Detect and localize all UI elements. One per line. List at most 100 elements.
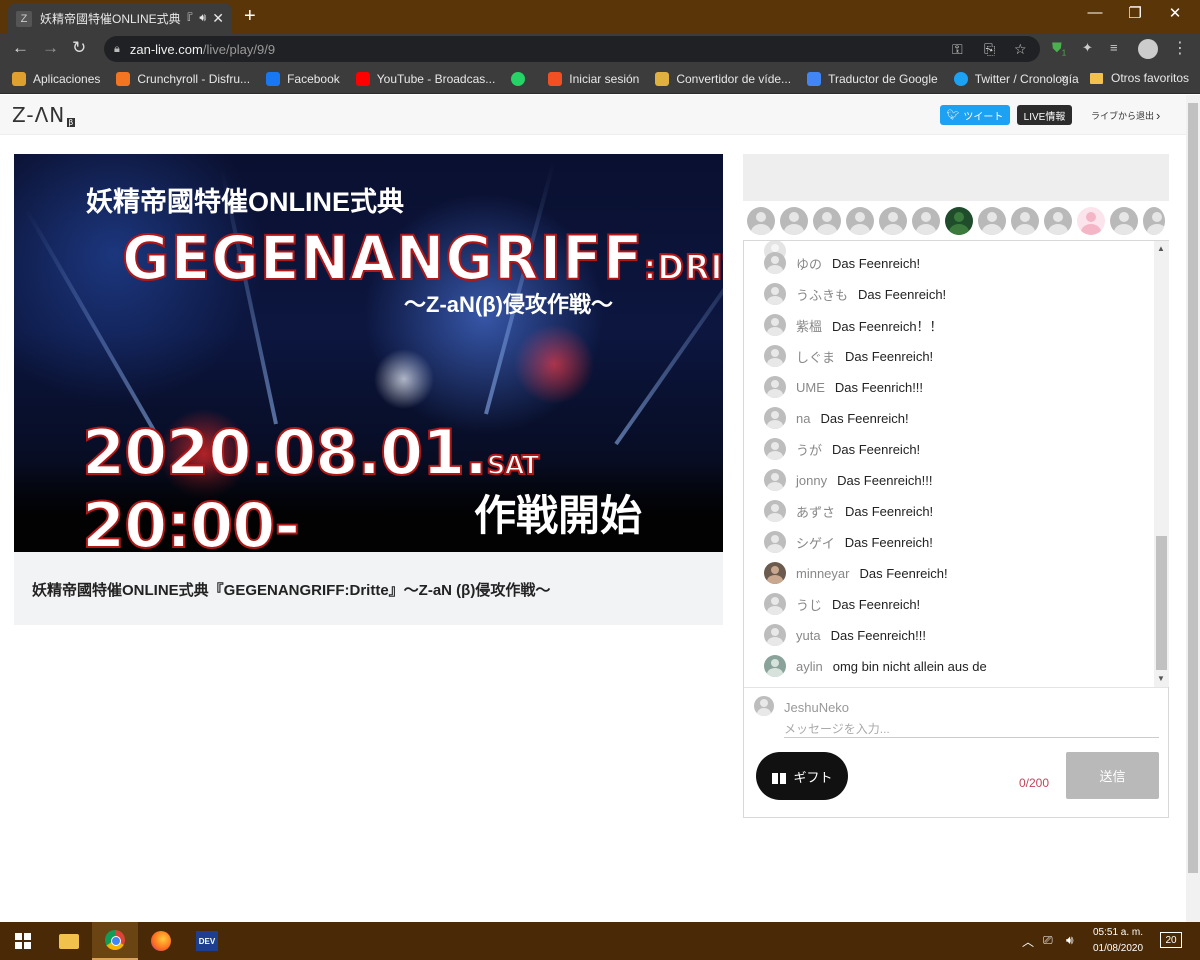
viewer-avatar[interactable]	[1044, 207, 1072, 235]
media-queue-icon[interactable]: ≡	[1110, 40, 1118, 55]
chat-username[interactable]: aylin	[796, 659, 823, 674]
tray-overflow-chevron-icon[interactable]: ︿	[1022, 933, 1034, 950]
bookmark-item[interactable]: Iniciar sesión	[548, 71, 639, 86]
viewer-avatar[interactable]	[912, 207, 940, 235]
viewer-avatar[interactable]	[945, 207, 973, 235]
live-info-button[interactable]: LIVE情報	[1017, 105, 1072, 125]
viewer-avatar[interactable]	[1110, 207, 1138, 235]
bookmarks-overflow-button[interactable]: »	[1061, 70, 1068, 85]
chat-scrollbar[interactable]: ▲ ▼	[1154, 241, 1169, 687]
chat-username[interactable]: うが	[796, 440, 822, 459]
user-avatar[interactable]	[764, 562, 786, 584]
user-avatar[interactable]	[764, 438, 786, 460]
bookmark-item[interactable]: Convertidor de víde...	[655, 71, 791, 86]
chat-username[interactable]: しぐま	[796, 347, 835, 366]
user-avatar[interactable]	[764, 345, 786, 367]
bookmark-item[interactable]: Traductor de Google	[807, 71, 938, 86]
bookmark-item[interactable]: YouTube - Broadcas...	[355, 71, 495, 86]
user-avatar[interactable]	[764, 500, 786, 522]
user-avatar[interactable]	[764, 655, 786, 677]
user-avatar[interactable]	[764, 407, 786, 429]
chat-username[interactable]: yuta	[796, 628, 821, 643]
reload-icon[interactable]: ↻	[72, 38, 86, 58]
user-avatar[interactable]	[764, 376, 786, 398]
chat-username[interactable]: シゲイ	[796, 533, 835, 552]
bookmark-item[interactable]	[511, 71, 532, 86]
user-avatar[interactable]	[764, 314, 786, 336]
viewer-avatar[interactable]	[780, 207, 808, 235]
close-window-button[interactable]: ✕	[1155, 4, 1195, 22]
chat-username[interactable]: 紫榲	[796, 316, 822, 335]
chat-username[interactable]: うじ	[796, 595, 822, 614]
file-explorer-button[interactable]	[46, 922, 92, 960]
minimize-button[interactable]: —	[1075, 4, 1115, 21]
other-favorites-folder[interactable]: Otros favoritos	[1090, 71, 1189, 85]
browser-tab[interactable]: Z 妖精帝國特催ONLINE式典『G 🔊︎ ✕	[8, 3, 232, 34]
back-icon[interactable]: ←	[12, 38, 29, 58]
dev-app-taskbar-button[interactable]: DEV	[184, 922, 230, 960]
close-tab-icon[interactable]: ✕	[212, 10, 224, 27]
bookmark-label: Crunchyroll - Disfru...	[137, 71, 251, 86]
viewer-avatar[interactable]	[1077, 207, 1105, 235]
viewer-avatar[interactable]	[1011, 207, 1039, 235]
gift-button[interactable]: ギフト	[756, 752, 848, 800]
gift-icon	[771, 768, 787, 784]
scroll-down-arrow-icon[interactable]: ▼	[1157, 674, 1165, 683]
viewer-avatar[interactable]	[747, 207, 775, 235]
send-button[interactable]: 送信	[1066, 752, 1159, 799]
message-input[interactable]	[784, 720, 1159, 738]
firefox-taskbar-button[interactable]	[138, 922, 184, 960]
chat-username[interactable]: jonny	[796, 473, 827, 488]
speaker-icon[interactable]: 🔊︎	[199, 12, 206, 25]
system-clock[interactable]: 05:51 a. m. 01/08/2020	[1088, 925, 1148, 957]
viewer-avatar[interactable]	[1143, 207, 1165, 235]
user-avatar[interactable]	[764, 593, 786, 615]
viewer-avatar[interactable]	[879, 207, 907, 235]
site-logo[interactable]: Z-ΛN β	[12, 103, 76, 127]
bookmark-star-icon[interactable]: ☆	[1014, 41, 1027, 58]
character-counter: 0/200	[1019, 776, 1050, 790]
video-player[interactable]: 妖精帝國特催ONLINE式典 GEGENANGRIFF:DRITTE 〜Z-aN…	[14, 154, 723, 552]
user-avatar[interactable]	[764, 283, 786, 305]
chat-username[interactable]: minneyar	[796, 566, 849, 581]
chat-username[interactable]: うふきも	[796, 285, 848, 304]
notification-center-button[interactable]: 20	[1160, 932, 1182, 948]
page-scrollbar[interactable]	[1186, 95, 1200, 922]
user-avatar[interactable]	[764, 252, 786, 274]
user-avatar[interactable]	[764, 624, 786, 646]
viewer-avatar[interactable]	[813, 207, 841, 235]
bookmark-item[interactable]: Crunchyroll - Disfru...	[116, 71, 251, 86]
start-button[interactable]	[0, 922, 46, 960]
forward-icon[interactable]: →	[42, 38, 59, 58]
address-bar[interactable]: 🔒︎ zan-live.com /live/play/9/9 ⚿ ⎘ ☆	[104, 36, 1040, 62]
chat-message-list[interactable]: ゆの Das Feenreich! うふきも Das Feenreich! 紫榲 Da…	[744, 241, 1154, 687]
extension-shield-icon[interactable]: ⛊1	[1052, 40, 1066, 58]
maximize-button[interactable]: ❐	[1115, 4, 1155, 22]
viewer-avatar[interactable]	[846, 207, 874, 235]
user-avatar[interactable]	[764, 531, 786, 553]
network-icon[interactable]: ⎚	[1043, 933, 1053, 948]
profile-avatar[interactable]	[1138, 39, 1158, 59]
tweet-button[interactable]: 🐦︎ ツイート	[940, 105, 1010, 125]
chat-username[interactable]: あずさ	[796, 502, 835, 521]
bookmark-item[interactable]: Twitter / Cronología	[953, 71, 1079, 86]
extensions-puzzle-icon[interactable]: ✦	[1082, 40, 1093, 56]
chat-scrollbar-thumb[interactable]	[1156, 536, 1167, 670]
chat-username[interactable]: ゆの	[796, 254, 822, 273]
bookmark-item[interactable]: Facebook	[266, 71, 340, 86]
bookmark-item[interactable]: Aplicaciones	[12, 71, 100, 86]
translate-icon[interactable]: ⎘	[984, 41, 995, 58]
volume-icon[interactable]: 🔊︎	[1066, 933, 1074, 948]
menu-kebab-icon[interactable]: ⋮	[1172, 38, 1188, 58]
chat-username[interactable]: na	[796, 411, 810, 426]
scroll-up-arrow-icon[interactable]: ▲	[1157, 244, 1165, 253]
key-icon[interactable]: ⚿	[952, 41, 963, 58]
user-avatar[interactable]	[764, 469, 786, 491]
chat-text: omg bin nicht allein aus de	[832, 658, 987, 674]
new-tab-button[interactable]: +	[244, 5, 256, 28]
viewer-avatar[interactable]	[978, 207, 1006, 235]
chat-username[interactable]: UME	[796, 380, 825, 395]
chrome-taskbar-button[interactable]	[92, 922, 138, 960]
page-scrollbar-thumb[interactable]	[1188, 103, 1198, 873]
exit-live-link[interactable]: ライブから退出 ›	[1091, 108, 1160, 123]
